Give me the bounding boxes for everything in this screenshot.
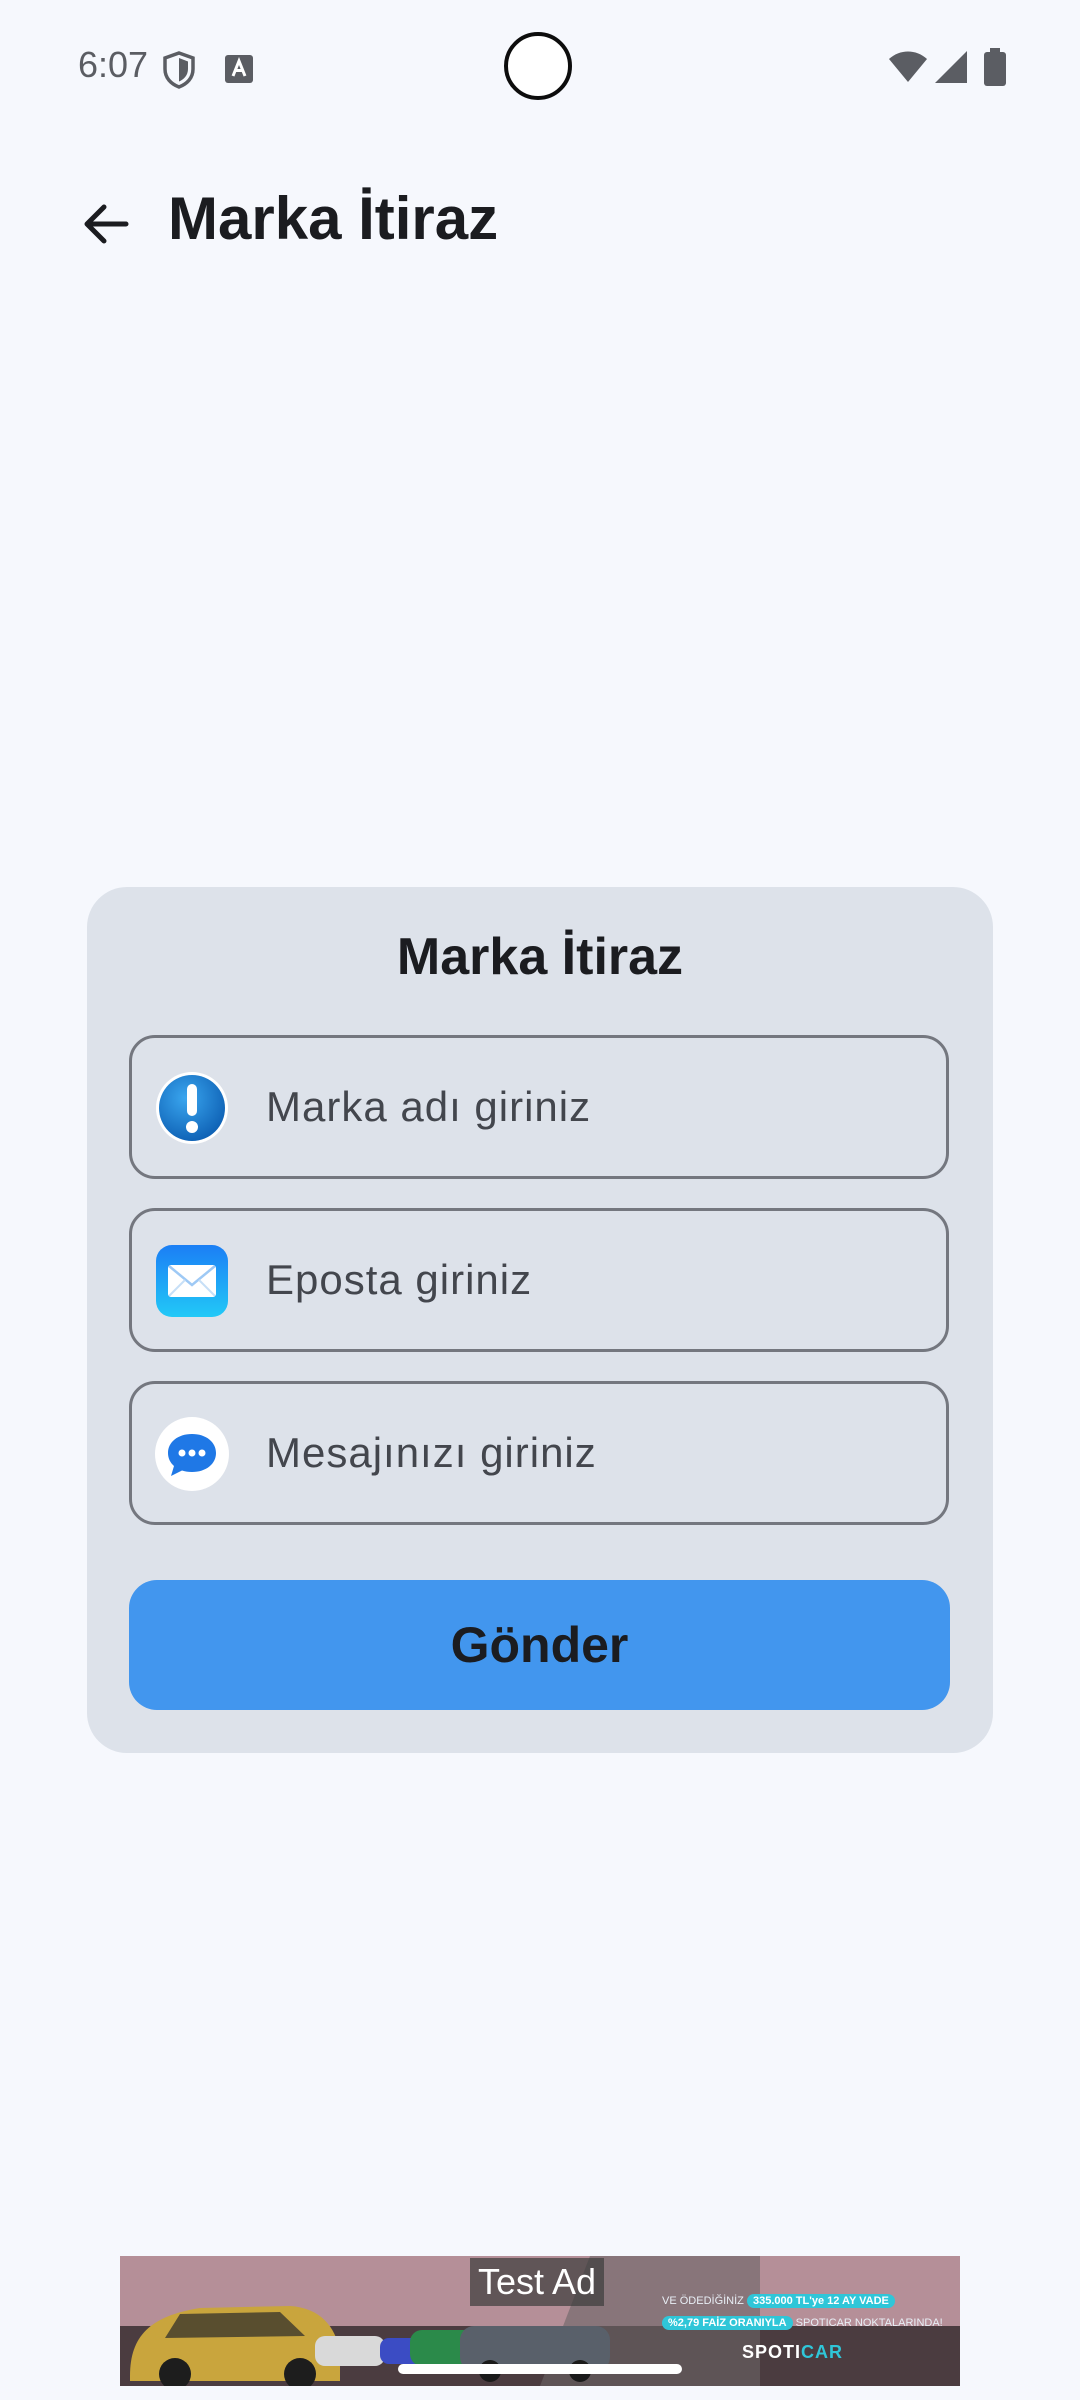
message-field[interactable] (129, 1381, 949, 1525)
send-button[interactable]: Gönder (129, 1580, 950, 1710)
test-ad-label: Test Ad (470, 2258, 605, 2306)
email-input[interactable] (266, 1211, 926, 1349)
form-title: Marka İtiraz (396, 928, 684, 986)
page-title: Marka İtiraz (168, 185, 499, 252)
ad-brand-logo: SPOTICAR (742, 2342, 844, 2362)
mail-icon (156, 1245, 228, 1317)
back-arrow-icon[interactable] (80, 198, 132, 250)
ad-text-line-1: VE ÖDEDİĞİNİZ 335.000 TL'ye 12 AY VADE (662, 2294, 895, 2308)
signal-icon (935, 51, 967, 83)
app-bar: Marka İtiraz (0, 160, 1080, 280)
objection-form-card: Marka İtiraz Marka adı giriniz Eposta gi… (87, 887, 993, 1753)
status-time: 6:07 (78, 44, 149, 85)
status-bar: 6:07 (0, 0, 1080, 136)
screen: 6:07 Marka İtiraz Marka İtiraz Marka adı… (0, 0, 1080, 2400)
home-indicator[interactable] (398, 2364, 682, 2374)
ad-text-line-2: %2,79 FAİZ ORANIYLA SPOTICAR NOKTALARIND… (662, 2316, 943, 2330)
exclamation-icon (156, 1072, 228, 1144)
email-field[interactable] (129, 1208, 949, 1352)
camera-cutout (504, 32, 572, 100)
battery-icon (984, 48, 1006, 86)
shield-icon (163, 51, 195, 89)
brand-name-field[interactable] (129, 1035, 949, 1179)
chat-bubble-icon (155, 1417, 229, 1491)
wifi-icon (889, 51, 927, 82)
message-input[interactable] (266, 1384, 926, 1522)
keyboard-a-icon (225, 55, 253, 83)
brand-name-input[interactable] (266, 1038, 926, 1176)
